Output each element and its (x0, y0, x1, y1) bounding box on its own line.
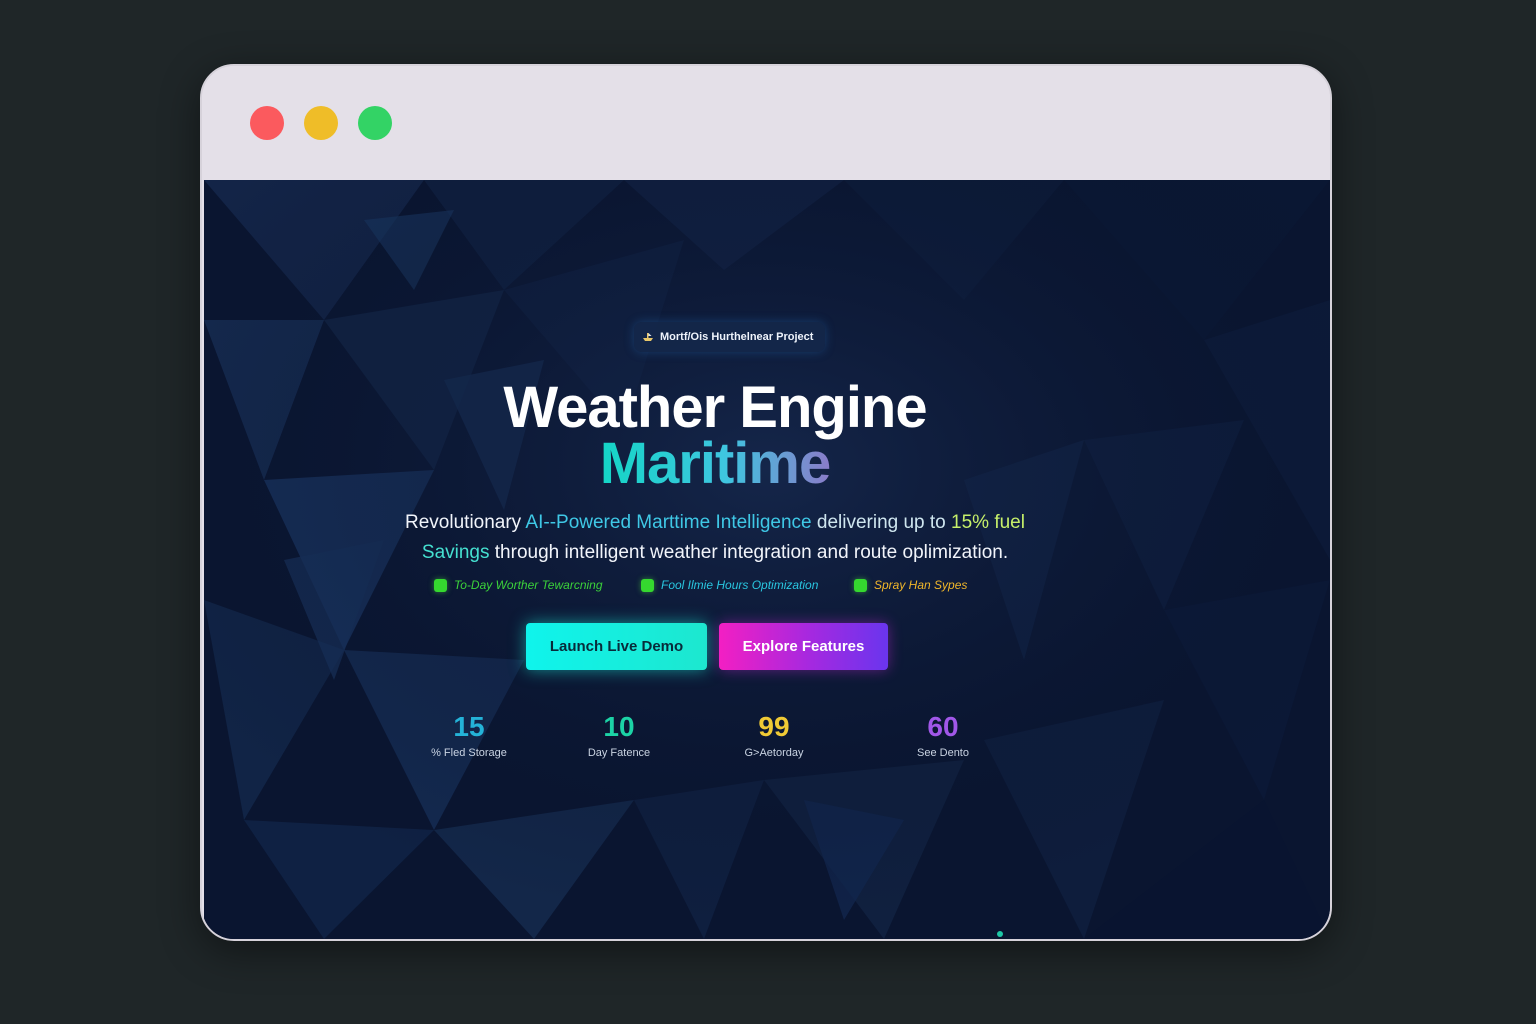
scroll-indicator-dot[interactable] (997, 931, 1003, 937)
check-icon (434, 578, 447, 592)
tagline-highlight: AI--Powered Marttime Intelligence (525, 512, 812, 533)
feature-label: Fool Ilmie Hours Optimization (661, 578, 819, 592)
tagline-highlight: 15% fuel (951, 512, 1025, 533)
stat-item: 10 Day Fatence (549, 710, 689, 759)
hero-section: Mortf/Ois Hurthelnear Project Weather En… (204, 180, 1330, 939)
project-badge: Mortf/Ois Hurthelnear Project (634, 322, 826, 352)
feature-label: To-Day Worther Tewarcning (454, 578, 603, 592)
stat-label: G>Aetorday (744, 747, 804, 759)
feature-item: Fool Ilmie Hours Optimization (641, 578, 818, 592)
stat-value: 99 (758, 711, 790, 742)
ship-icon (643, 333, 653, 341)
check-icon (854, 578, 867, 592)
stat-item: 60 See Dento (873, 710, 1013, 759)
stat-item: 99 G>Aetorday (704, 710, 844, 759)
launch-live-demo-button[interactable]: Launch Live Demo (526, 623, 707, 670)
badge-label: Mortf/Ois Hurthelnear Project (660, 331, 814, 343)
tagline-part: Revolutionary (405, 512, 526, 533)
stat-value: 60 (927, 711, 959, 742)
hero-subtitle-text: Maritime (599, 431, 832, 496)
stat-value: 15 (453, 711, 485, 742)
stat-label: See Dento (917, 747, 969, 759)
tagline-part: through intelligent weather integration … (489, 542, 1009, 563)
hero-subtitle: Maritime (204, 432, 1226, 496)
stat-label: % Fled Storage (431, 747, 507, 759)
check-icon (641, 578, 654, 592)
maximize-window-button[interactable] (358, 106, 392, 140)
feature-item: To-Day Worther Tewarcning (434, 578, 603, 592)
window-titlebar (202, 66, 1330, 180)
browser-window: Mortf/Ois Hurthelnear Project Weather En… (200, 64, 1332, 941)
close-window-button[interactable] (250, 106, 284, 140)
explore-features-button[interactable]: Explore Features (719, 623, 888, 670)
tagline-part: delivering up to (811, 512, 952, 533)
tagline-highlight: Savings (421, 542, 490, 563)
hero-tagline: Revolutionary AI--Powered Marttime Intel… (204, 508, 1226, 568)
feature-item: Spray Han Sypes (854, 578, 967, 592)
stat-label: Day Fatence (587, 747, 651, 759)
minimize-window-button[interactable] (304, 106, 338, 140)
feature-list: To-Day Worther Tewarcning Fool Ilmie Hou… (204, 578, 1226, 598)
stat-value: 10 (603, 711, 635, 742)
feature-label: Spray Han Sypes (874, 578, 968, 592)
stat-item: 15 % Fled Storage (399, 710, 539, 759)
page-viewport: Mortf/Ois Hurthelnear Project Weather En… (204, 180, 1330, 939)
